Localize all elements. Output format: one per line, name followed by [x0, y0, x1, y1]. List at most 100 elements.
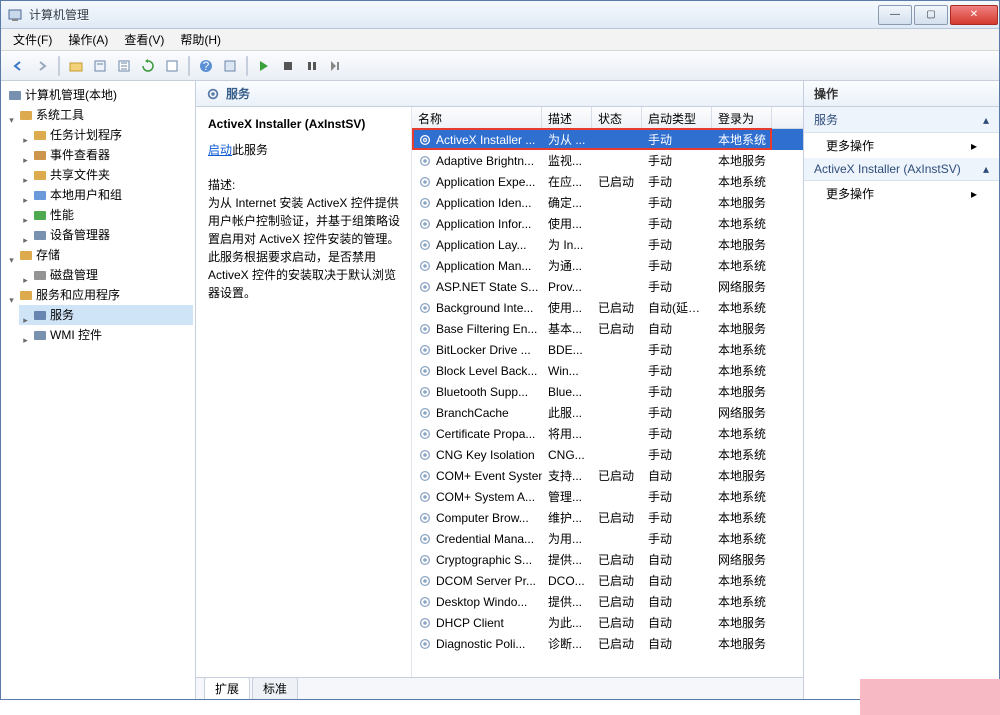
- table-row[interactable]: Certificate Propa...将用...手动本地系统: [412, 423, 803, 444]
- actions-section-services[interactable]: 服务▴: [804, 107, 999, 133]
- services-list: 名称 描述 状态 启动类型 登录为 ActiveX Installer ...为…: [411, 107, 803, 677]
- maximize-button[interactable]: ▢: [914, 5, 948, 25]
- minimize-button[interactable]: —: [878, 5, 912, 25]
- window-title: 计算机管理: [29, 6, 877, 23]
- tree-group-services[interactable]: ▾服务和应用程序: [5, 285, 193, 305]
- tree-item[interactable]: ▸WMI 控件: [19, 325, 193, 345]
- gear-icon: [418, 280, 432, 294]
- forward-button[interactable]: [31, 55, 53, 77]
- folder-icon: [18, 107, 34, 123]
- content-area: 计算机管理(本地)▾系统工具▸任务计划程序▸事件查看器▸共享文件夹▸本地用户和组…: [1, 81, 999, 699]
- computer-icon: [7, 87, 23, 103]
- app-icon: [7, 7, 23, 23]
- export-button[interactable]: [113, 55, 135, 77]
- table-row[interactable]: Desktop Windo...提供...已启动自动本地系统: [412, 591, 803, 612]
- table-row[interactable]: CNG Key IsolationCNG...手动本地系统: [412, 444, 803, 465]
- table-row[interactable]: Computer Brow...维护...已启动手动本地系统: [412, 507, 803, 528]
- restart-button[interactable]: [325, 55, 347, 77]
- col-desc[interactable]: 描述: [542, 107, 592, 128]
- middle-heading: 服务: [226, 85, 250, 102]
- col-logon[interactable]: 登录为: [712, 107, 772, 128]
- actions-section-selected[interactable]: ActiveX Installer (AxInstSV)▴: [804, 158, 999, 181]
- table-row[interactable]: Application Iden...确定...手动本地服务: [412, 192, 803, 213]
- sched-icon: [32, 127, 48, 143]
- middle-header: 服务: [196, 81, 803, 107]
- start-button[interactable]: [253, 55, 275, 77]
- table-row[interactable]: Application Lay...为 In...手动本地服务: [412, 234, 803, 255]
- tree-item[interactable]: ▸设备管理器: [19, 225, 193, 245]
- col-startup[interactable]: 启动类型: [642, 107, 712, 128]
- col-status[interactable]: 状态: [592, 107, 642, 128]
- col-name[interactable]: 名称: [412, 107, 542, 128]
- separator-icon: [58, 56, 60, 76]
- table-row[interactable]: Credential Mana...为用...手动本地系统: [412, 528, 803, 549]
- gear-icon: [418, 133, 432, 147]
- menu-action[interactable]: 操作(A): [62, 29, 114, 50]
- table-row[interactable]: ActiveX Installer ...为从 ...手动本地系统: [412, 129, 803, 150]
- table-row[interactable]: Adaptive Brightn...监视...手动本地服务: [412, 150, 803, 171]
- menu-help[interactable]: 帮助(H): [174, 29, 227, 50]
- table-row[interactable]: Application Infor...使用...手动本地系统: [412, 213, 803, 234]
- menu-file[interactable]: 文件(F): [7, 29, 58, 50]
- table-row[interactable]: DCOM Server Pr...DCO...已启动自动本地系统: [412, 570, 803, 591]
- stop-button[interactable]: [277, 55, 299, 77]
- tree-group-storage[interactable]: ▾存储: [5, 245, 193, 265]
- gear-icon: [206, 87, 220, 101]
- tree-item[interactable]: ▸共享文件夹: [19, 165, 193, 185]
- gear-icon: [418, 322, 432, 336]
- table-row[interactable]: COM+ Event System支持...已启动自动本地服务: [412, 465, 803, 486]
- chevron-right-icon: ▸: [971, 139, 977, 153]
- properties-button[interactable]: [89, 55, 111, 77]
- table-row[interactable]: Application Man...为通...手动本地系统: [412, 255, 803, 276]
- menu-view[interactable]: 查看(V): [118, 29, 170, 50]
- gear-icon: [418, 217, 432, 231]
- refresh-button[interactable]: [137, 55, 159, 77]
- table-row[interactable]: COM+ System A...管理...手动本地系统: [412, 486, 803, 507]
- table-row[interactable]: Base Filtering En...基本...已启动自动本地服务: [412, 318, 803, 339]
- tree-item[interactable]: ▸事件查看器: [19, 145, 193, 165]
- table-row[interactable]: Bluetooth Supp...Blue...手动本地服务: [412, 381, 803, 402]
- gear-icon: [418, 301, 432, 315]
- table-row[interactable]: DHCP Client为此...已启动自动本地服务: [412, 612, 803, 633]
- tree-item[interactable]: ▸磁盘管理: [19, 265, 193, 285]
- start-service-line: 启动此服务: [208, 141, 401, 158]
- tab-extended[interactable]: 扩展: [204, 677, 250, 699]
- gear-icon: [418, 175, 432, 189]
- gear-icon: [418, 343, 432, 357]
- table-row[interactable]: BitLocker Drive ...BDE...手动本地系统: [412, 339, 803, 360]
- column-headers[interactable]: 名称 描述 状态 启动类型 登录为: [412, 107, 803, 129]
- help2-button[interactable]: [219, 55, 241, 77]
- table-row[interactable]: BranchCache此服...手动网络服务: [412, 402, 803, 423]
- table-row[interactable]: Application Expe...在应...已启动手动本地系统: [412, 171, 803, 192]
- gear-icon: [418, 364, 432, 378]
- table-row[interactable]: Cryptographic S...提供...已启动自动网络服务: [412, 549, 803, 570]
- actions-header: 操作: [804, 81, 999, 107]
- table-row[interactable]: ASP.NET State S...Prov...手动网络服务: [412, 276, 803, 297]
- nav-tree[interactable]: 计算机管理(本地)▾系统工具▸任务计划程序▸事件查看器▸共享文件夹▸本地用户和组…: [1, 81, 196, 699]
- collapse-icon: ▴: [983, 113, 989, 127]
- tree-item[interactable]: ▸性能: [19, 205, 193, 225]
- help-button[interactable]: ?: [195, 55, 217, 77]
- close-button[interactable]: ✕: [950, 5, 998, 25]
- pause-button[interactable]: [301, 55, 323, 77]
- table-row[interactable]: Background Inte...使用...已启动自动(延迟...本地系统: [412, 297, 803, 318]
- wmi-icon: [32, 327, 48, 343]
- tree-group-systools[interactable]: ▾系统工具: [5, 105, 193, 125]
- folder-button[interactable]: [65, 55, 87, 77]
- tree-root[interactable]: 计算机管理(本地): [5, 85, 193, 105]
- table-row[interactable]: Diagnostic Poli...诊断...已启动自动本地服务: [412, 633, 803, 654]
- title-bar[interactable]: 计算机管理 — ▢ ✕: [1, 1, 999, 29]
- tab-standard[interactable]: 标准: [252, 677, 298, 699]
- table-row[interactable]: Block Level Back...Win...手动本地系统: [412, 360, 803, 381]
- rows-container[interactable]: ActiveX Installer ...为从 ...手动本地系统Adaptiv…: [412, 129, 803, 677]
- share-icon: [32, 167, 48, 183]
- actions-more-1[interactable]: 更多操作▸: [804, 133, 999, 158]
- tree-item[interactable]: ▸服务: [19, 305, 193, 325]
- start-link[interactable]: 启动: [208, 143, 232, 157]
- back-button[interactable]: [7, 55, 29, 77]
- list-button[interactable]: [161, 55, 183, 77]
- tree-item[interactable]: ▸任务计划程序: [19, 125, 193, 145]
- actions-pane: 操作 服务▴ 更多操作▸ ActiveX Installer (AxInstSV…: [804, 81, 999, 699]
- actions-more-2[interactable]: 更多操作▸: [804, 181, 999, 206]
- tree-item[interactable]: ▸本地用户和组: [19, 185, 193, 205]
